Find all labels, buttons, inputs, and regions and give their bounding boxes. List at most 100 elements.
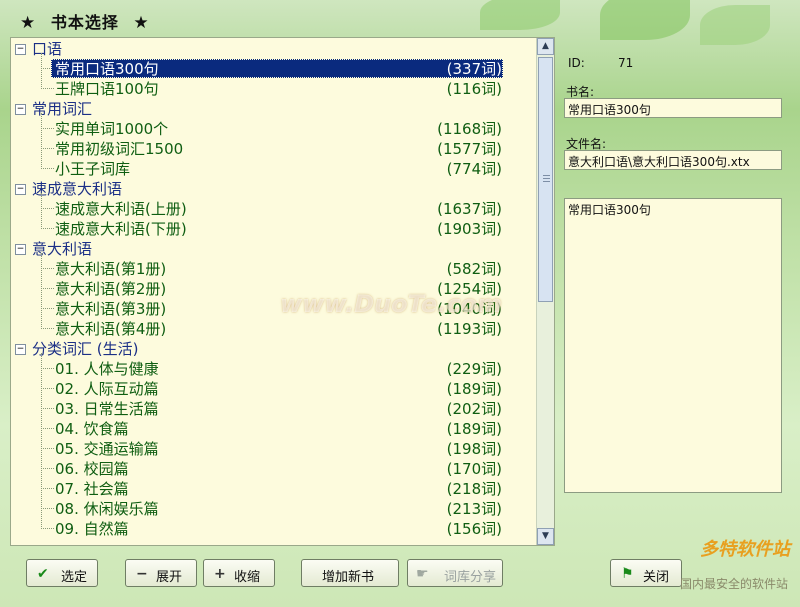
tree-item-count: (229词) <box>446 360 502 378</box>
share-button[interactable]: ☛ 词库分享 <box>407 559 503 587</box>
tree-item-count: (170词) <box>446 460 502 478</box>
tree-item[interactable]: 小王子词库 (774词) <box>11 159 538 179</box>
close-button[interactable]: ⚑ 关闭 <box>610 559 682 587</box>
minus-icon: − <box>136 566 148 582</box>
tree-connector <box>41 288 54 289</box>
tree-item[interactable]: 05. 交通运输篇 (198词) <box>11 439 538 459</box>
share-button-label: 词库分享 <box>444 570 497 585</box>
tree-item-name: 常用口语300句 <box>55 60 159 78</box>
tree-connector <box>41 408 54 409</box>
collapse-toggle-icon[interactable]: − <box>15 44 26 55</box>
tree-item[interactable]: 速成意大利语(上册) (1637词) <box>11 199 538 219</box>
tree-connector <box>41 508 54 509</box>
tree-item-count: (337词) <box>446 60 502 78</box>
tree-item-name: 08. 休闲娱乐篇 <box>55 500 159 518</box>
expand-button[interactable]: − 展开 <box>125 559 197 587</box>
tree-item-count: (1637词) <box>437 200 502 218</box>
tree-item[interactable]: 04. 饮食篇 (189词) <box>11 419 538 439</box>
tree-item[interactable]: 实用单词1000个 (1168词) <box>11 119 538 139</box>
collapse-toggle-icon[interactable]: − <box>15 184 26 195</box>
scroll-down-button[interactable]: ▼ <box>537 528 554 545</box>
check-icon: ✔ <box>37 566 49 582</box>
tree-item-count: (582词) <box>446 260 502 278</box>
id-value: 71 <box>618 56 634 70</box>
tree-item-name: 王牌口语100句 <box>55 80 159 98</box>
memo-field[interactable]: 常用口语300句 <box>564 198 782 493</box>
tree-item[interactable]: 速成意大利语(下册) (1903词) <box>11 219 538 239</box>
tree-connector <box>41 168 54 169</box>
tree-connector <box>41 208 54 209</box>
tree-item[interactable]: 03. 日常生活篇 (202词) <box>11 399 538 419</box>
tree-item-count: (156词) <box>446 520 502 538</box>
tree-item-count: (1193词) <box>437 320 502 338</box>
tree-item-name: 实用单词1000个 <box>55 120 169 138</box>
tree-item-name: 意大利语(第1册) <box>55 260 167 278</box>
tree-connector <box>41 88 54 89</box>
tree-item-name: 常用初级词汇1500 <box>55 140 184 158</box>
tree-item-name: 速成意大利语(下册) <box>55 220 187 238</box>
scroll-thumb[interactable] <box>538 57 553 302</box>
tree-connector <box>41 488 54 489</box>
collapse-toggle-icon[interactable]: − <box>15 244 26 255</box>
star-icon: ★ <box>133 13 150 33</box>
file-name-field[interactable]: 意大利口语\意大利口语300句.xtx <box>564 150 782 170</box>
tree-item-name: 意大利语(第2册) <box>55 280 167 298</box>
tree-item-name: 速成意大利语(上册) <box>55 200 187 218</box>
tree-item[interactable]: 06. 校园篇 (170词) <box>11 459 538 479</box>
tree-item-count: (213词) <box>446 500 502 518</box>
tree-connector <box>41 308 54 309</box>
tree-item-name: 意大利语(第4册) <box>55 320 167 338</box>
tree-connector <box>41 148 54 149</box>
tree-item[interactable]: 07. 社会篇 (218词) <box>11 479 538 499</box>
tree-item-name: 09. 自然篇 <box>55 520 129 538</box>
scroll-up-button[interactable]: ▲ <box>537 38 554 55</box>
tree-guide-line <box>41 353 42 529</box>
tree-item-count: (218词) <box>446 480 502 498</box>
tree-item-name: 03. 日常生活篇 <box>55 400 159 418</box>
tree-connector <box>41 228 54 229</box>
tree-item[interactable]: 常用口语300句 (337词) <box>11 59 538 79</box>
book-name-field[interactable]: 常用口语300句 <box>564 98 782 118</box>
add-book-button[interactable]: 增加新书 <box>301 559 399 587</box>
tree-connector <box>41 328 54 329</box>
tree-group[interactable]: − 口语 <box>11 39 538 59</box>
collapse-toggle-icon[interactable]: − <box>15 104 26 115</box>
tree-connector <box>41 268 54 269</box>
select-button[interactable]: ✔ 选定 <box>26 559 98 587</box>
tree-item[interactable]: 08. 休闲娱乐篇 (213词) <box>11 499 538 519</box>
exit-icon: ⚑ <box>621 566 634 582</box>
tree-item[interactable]: 意大利语(第4册) (1193词) <box>11 319 538 339</box>
tree-item-count: (1577词) <box>437 140 502 158</box>
tree-item-name: 06. 校园篇 <box>55 460 129 478</box>
window-title: ★ 书本选择 ★ <box>20 9 150 33</box>
tree-item-name: 小王子词库 <box>55 160 131 178</box>
tree-item-count: (202词) <box>446 400 502 418</box>
tree-item-count: (189词) <box>446 380 502 398</box>
plus-icon: + <box>214 566 226 582</box>
tree-item-name: 04. 饮食篇 <box>55 420 129 438</box>
tree-item[interactable]: 09. 自然篇 (156词) <box>11 519 538 539</box>
star-icon: ★ <box>20 13 37 33</box>
tree-connector <box>41 128 54 129</box>
tree-group[interactable]: − 分类词汇 (生活) <box>11 339 538 359</box>
tree-group[interactable]: − 速成意大利语 <box>11 179 538 199</box>
tree-guide-line <box>41 113 42 169</box>
collapse-button[interactable]: + 收缩 <box>203 559 275 587</box>
tree-connector <box>41 528 54 529</box>
collapse-toggle-icon[interactable]: − <box>15 344 26 355</box>
tree-group[interactable]: − 常用词汇 <box>11 99 538 119</box>
tree-group[interactable]: − 意大利语 <box>11 239 538 259</box>
watermark-brand: 多特软件站 <box>700 539 790 560</box>
tree-item[interactable]: 常用初级词汇1500 (1577词) <box>11 139 538 159</box>
tree-scrollbar[interactable]: ▲ ▼ <box>536 38 554 545</box>
tree-guide-line <box>41 53 42 89</box>
tree-item[interactable]: 意大利语(第1册) (582词) <box>11 259 538 279</box>
tree-connector <box>41 448 54 449</box>
title-bar: ★ 书本选择 ★ <box>0 0 800 38</box>
tree-item[interactable]: 王牌口语100句 (116词) <box>11 79 538 99</box>
tree-item-count: (189词) <box>446 420 502 438</box>
tree-item-count: (1168词) <box>437 120 502 138</box>
tree-item[interactable]: 01. 人体与健康 (229词) <box>11 359 538 379</box>
tree-item-count: (116词) <box>446 80 502 98</box>
tree-item[interactable]: 02. 人际互动篇 (189词) <box>11 379 538 399</box>
